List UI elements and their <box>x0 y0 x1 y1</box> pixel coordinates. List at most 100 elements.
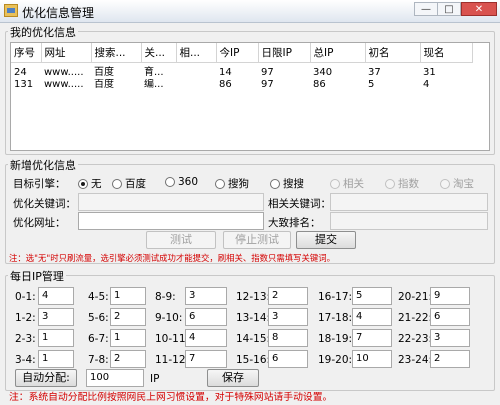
slot-input[interactable]: 2 <box>110 308 146 326</box>
test-button[interactable]: 测试 <box>146 231 216 249</box>
radio-dot <box>165 177 175 187</box>
table-cell: www..... <box>44 67 84 78</box>
radio-dot <box>270 178 280 189</box>
minimize-button[interactable]: — <box>414 2 438 16</box>
my-info-grid[interactable]: 序号 网址 搜索... 关... 相... 今IP 日限IP 总IP 初名 现名… <box>10 42 490 151</box>
url-input[interactable] <box>78 212 264 230</box>
column-header[interactable]: 网址 <box>41 43 92 63</box>
auto-allocate-input[interactable]: 100 <box>86 369 144 387</box>
table-cell: 百度 <box>94 67 114 78</box>
radio-label: 无 <box>91 178 102 190</box>
slot-label: 22-23: <box>398 333 433 345</box>
slot-label: 7-8: <box>88 354 109 366</box>
engine-radio-baidu[interactable]: 百度 <box>112 176 146 191</box>
slot-label: 5-6: <box>88 312 109 324</box>
slot-input[interactable]: 3 <box>38 308 74 326</box>
slot-input[interactable]: 2 <box>110 350 146 368</box>
rank-label: 大致排名： <box>268 217 321 229</box>
slot-input[interactable]: 3 <box>430 329 470 347</box>
slot-input[interactable]: 6 <box>185 308 227 326</box>
slot-input[interactable]: 10 <box>352 350 392 368</box>
engine-note: 注：选"无"时只刷流量，选引擎必须测试成功才能提交，刷相关、指数只需填写关键词。 <box>9 253 335 263</box>
my-info-label: 我的优化信息 <box>8 24 78 40</box>
column-header[interactable]: 初名 <box>365 43 421 63</box>
slot-input[interactable]: 4 <box>352 308 392 326</box>
slot-label: 16-17: <box>318 291 353 303</box>
slot-label: 17-18: <box>318 312 353 324</box>
table-cell: 97 <box>261 67 274 78</box>
slot-input[interactable]: 7 <box>185 350 227 368</box>
slot-input[interactable]: 8 <box>268 329 308 347</box>
engine-radio-360[interactable]: 360 <box>165 176 198 188</box>
engine-radio-taobao[interactable]: 淘宝 <box>440 176 474 191</box>
slot-label: 6-7: <box>88 333 109 345</box>
slot-input[interactable]: 1 <box>110 329 146 347</box>
column-header[interactable]: 现名 <box>420 43 473 63</box>
slot-input[interactable]: 7 <box>352 329 392 347</box>
slot-input[interactable]: 5 <box>352 287 392 305</box>
slot-input[interactable]: 1 <box>38 350 74 368</box>
engine-radio-index[interactable]: 指数 <box>385 176 419 191</box>
radio-label: 淘宝 <box>453 178 474 190</box>
column-header[interactable]: 相... <box>176 43 217 63</box>
auto-allocate-button[interactable]: 自动分配: <box>15 369 77 387</box>
close-button[interactable]: ✕ <box>461 2 497 16</box>
slot-input[interactable]: 4 <box>38 287 74 305</box>
radio-label: 搜搜 <box>283 178 304 190</box>
slot-label: 11-12: <box>155 354 190 366</box>
slot-input[interactable]: 3 <box>185 287 227 305</box>
slot-input[interactable]: 1 <box>38 329 74 347</box>
submit-button[interactable]: 提交 <box>296 231 356 249</box>
radio-dot <box>78 178 88 189</box>
slot-label: 9-10: <box>155 312 183 324</box>
window-title: 优化信息管理 <box>22 6 95 20</box>
stop-test-button[interactable]: 停止测试 <box>223 231 291 249</box>
radio-label: 360 <box>178 176 199 188</box>
radio-dot <box>440 178 450 189</box>
slot-label: 8-9: <box>155 291 176 303</box>
slot-input[interactable]: 9 <box>430 287 470 305</box>
table-row[interactable]: 24 www..... 百度 育... 14 97 340 37 31 <box>11 63 472 80</box>
engine-label: 目标引擎： <box>13 178 66 190</box>
rank-input[interactable] <box>330 212 488 230</box>
maximize-button[interactable]: □ <box>437 2 461 16</box>
column-header[interactable]: 日限IP <box>258 43 311 63</box>
engine-radio-none[interactable]: 无 <box>78 176 102 191</box>
table-cell: 131 <box>14 79 34 90</box>
keyword-label: 优化关键词： <box>13 198 76 210</box>
slot-label: 12-13: <box>236 291 271 303</box>
slot-input[interactable]: 6 <box>268 350 308 368</box>
radio-dot <box>215 178 225 189</box>
engine-radio-soso[interactable]: 搜搜 <box>270 176 304 191</box>
column-header[interactable]: 序号 <box>11 43 42 63</box>
save-button[interactable]: 保存 <box>207 369 259 387</box>
column-header[interactable]: 今IP <box>216 43 259 63</box>
slot-input[interactable]: 6 <box>430 308 470 326</box>
slot-label: 13-14: <box>236 312 271 324</box>
slot-input[interactable]: 4 <box>185 329 227 347</box>
slot-label: 18-19: <box>318 333 353 345</box>
table-cell: 育... <box>144 67 164 78</box>
allocation-note: 注：系统自动分配比例按照网民上网习惯设置，对于特殊网站请手动设置。 <box>9 392 333 403</box>
related-keyword-input[interactable] <box>330 193 488 211</box>
column-header[interactable]: 关... <box>141 43 177 63</box>
table-cell: 86 <box>219 79 232 90</box>
slot-input[interactable]: 2 <box>430 350 470 368</box>
slot-input[interactable]: 1 <box>110 287 146 305</box>
slot-label: 1-2: <box>15 312 36 324</box>
slot-input[interactable]: 2 <box>268 287 308 305</box>
keyword-input[interactable] <box>78 193 264 211</box>
radio-dot <box>112 178 122 189</box>
table-cell <box>176 63 216 80</box>
slot-input[interactable]: 3 <box>268 308 308 326</box>
engine-radio-sogou[interactable]: 搜狗 <box>215 176 249 191</box>
column-header[interactable]: 搜索... <box>91 43 142 63</box>
slot-label: 20-21: <box>398 291 433 303</box>
engine-radio-related[interactable]: 相关 <box>330 176 364 191</box>
radio-label: 相关 <box>343 178 364 190</box>
column-header[interactable]: 总IP <box>310 43 366 63</box>
table-row[interactable]: 131 www..... 百度 编... 86 97 86 5 4 <box>11 79 472 91</box>
radio-label: 指数 <box>398 178 419 190</box>
radio-label: 搜狗 <box>228 178 249 190</box>
app-icon <box>4 4 18 17</box>
